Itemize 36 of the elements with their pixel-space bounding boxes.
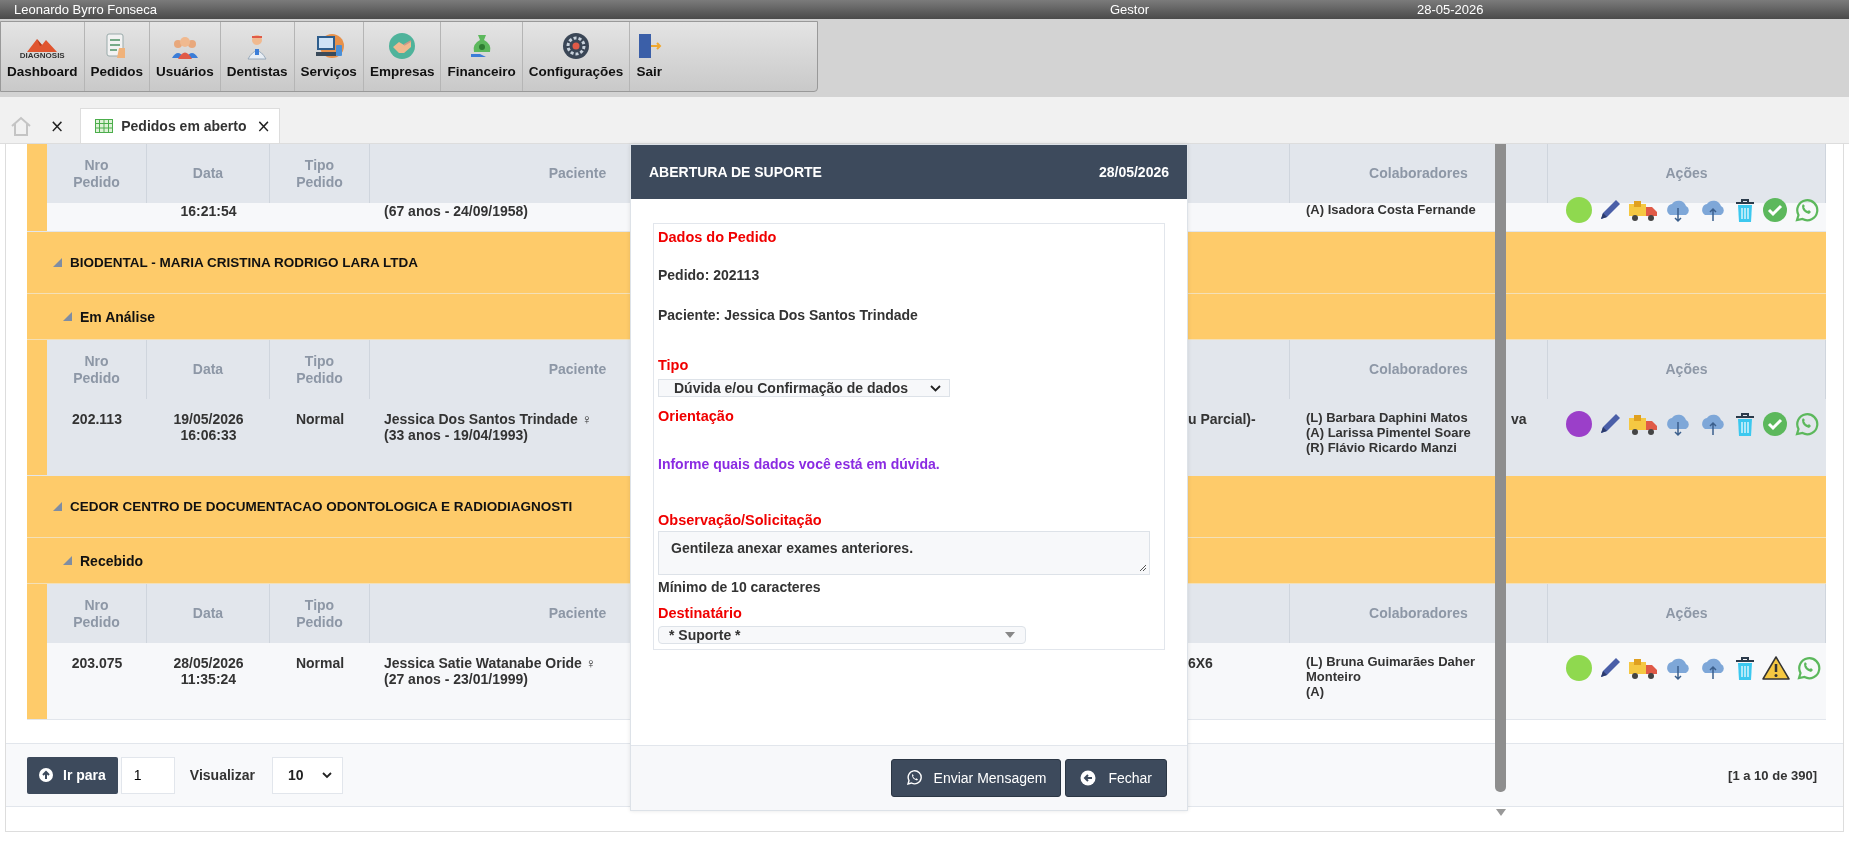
order-number: Pedido: 202113 bbox=[658, 267, 760, 283]
collaborator-name: (A) bbox=[1306, 684, 1326, 700]
table-cell: Jessica Satie Watanabe Oride ♀ (27 anos - 23/01/1999) bbox=[384, 655, 597, 688]
collaborator-name: (A) Isadora Costa Fernande bbox=[1306, 203, 1477, 218]
dialog-date: 28/05/2026 bbox=[1098, 164, 1169, 180]
user-name: Leonardo Byrro Fonseca bbox=[14, 2, 159, 17]
table-cell: 16:21:54 bbox=[180, 203, 237, 219]
view-label: Visualizar bbox=[189, 767, 255, 783]
logo-text: DIAGNOSIS bbox=[19, 52, 65, 60]
table-cell: (67 anos - 24/09/1958) bbox=[384, 203, 528, 220]
record-count: [1 a 10 de 390] bbox=[1728, 767, 1817, 783]
section-title: Dados do Pedido bbox=[658, 229, 777, 245]
table-cell: 202.113 bbox=[72, 411, 122, 427]
collaborator-name: (R) Flávio Ricardo Manzi bbox=[1306, 440, 1458, 456]
table-cell: Normal bbox=[295, 655, 345, 671]
collaborator-name: Monteiro bbox=[1306, 669, 1362, 685]
current-date: 28-05-2026 bbox=[1417, 2, 1485, 17]
table-cell: 203.075 bbox=[71, 655, 123, 671]
guidance-text: Informe quais dados você está em dúvida. bbox=[658, 456, 940, 472]
field-label: Observação/Solicitação bbox=[658, 512, 822, 528]
table-cell: Normal bbox=[295, 411, 345, 427]
user-role: Gestor bbox=[1110, 2, 1150, 17]
collaborator-name: (A) Larissa Pimentel Soare bbox=[1306, 425, 1472, 441]
field-label: Tipo bbox=[658, 357, 689, 373]
table-cell: u Parcial)- bbox=[1188, 411, 1256, 427]
field-label: Destinatário bbox=[658, 605, 742, 621]
field-label: Orientação bbox=[658, 408, 734, 424]
table-cell: va bbox=[1511, 411, 1527, 427]
tab-label: Pedidos em aberto bbox=[121, 118, 247, 134]
table-cell: 19/05/2026 16:06:33 bbox=[173, 411, 244, 444]
collaborator-name: (L) Bruna Guimarães Daher bbox=[1306, 655, 1477, 670]
table-cell: 28/05/2026 11:35:24 bbox=[173, 655, 244, 688]
collaborator-name: (L) Barbara Daphini Matos bbox=[1306, 411, 1469, 426]
table-cell: 6X6 bbox=[1188, 655, 1213, 671]
table-cell: Jessica Dos Santos Trindade ♀ (33 anos - 19/04/1993) bbox=[384, 411, 593, 444]
patient-name: Paciente: Jessica Dos Santos Trindade bbox=[658, 307, 918, 323]
